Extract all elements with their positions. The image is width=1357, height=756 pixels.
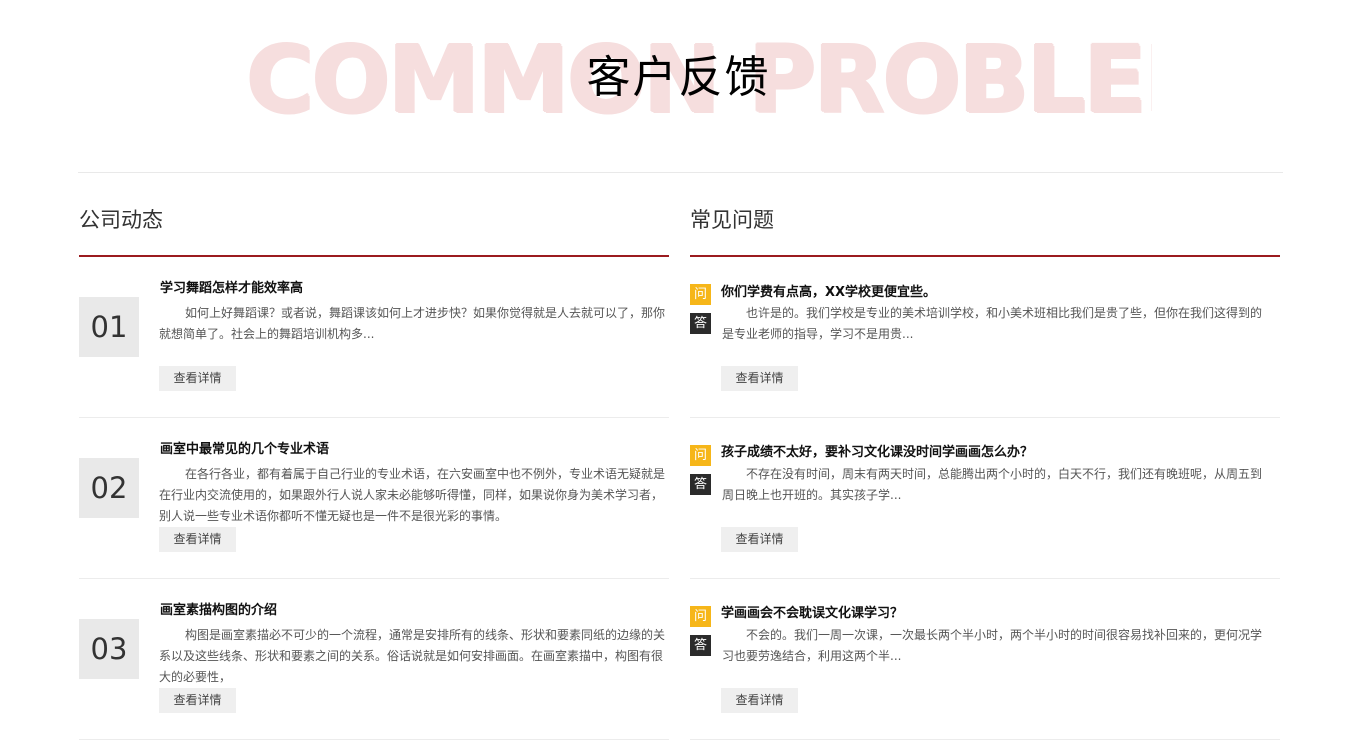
view-details-button[interactable]: 查看详情 bbox=[159, 527, 236, 552]
news-title-link[interactable]: 画室素描构图的介绍 bbox=[160, 601, 277, 621]
news-item: 02 画室中最常见的几个专业术语 在各行各业，都有着属于自己行业的专业术语，在六… bbox=[79, 418, 669, 579]
answer-icon: 答 bbox=[690, 474, 711, 495]
section-divider bbox=[78, 172, 1283, 173]
view-details-button[interactable]: 查看详情 bbox=[721, 527, 798, 552]
answer-icon: 答 bbox=[690, 313, 711, 334]
hero-section: COMMON PROBLEMS 客户反馈 bbox=[0, 0, 1357, 172]
view-details-button[interactable]: 查看详情 bbox=[721, 366, 798, 391]
news-column: 公司动态 01 学习舞蹈怎样才能效率高 如何上好舞蹈课？或者说，舞蹈课该如何上才… bbox=[79, 200, 669, 740]
question-icon: 问 bbox=[690, 284, 711, 305]
view-details-button[interactable]: 查看详情 bbox=[159, 688, 236, 713]
news-section-title: 公司动态 bbox=[79, 208, 163, 232]
news-item: 01 学习舞蹈怎样才能效率高 如何上好舞蹈课？或者说，舞蹈课该如何上才进步快？如… bbox=[79, 257, 669, 418]
faq-answer: 也许是的。我们学校是专业的美术培训学校，和小美术班相比我们是贵了些，但你在我们这… bbox=[722, 306, 1263, 341]
faq-column: 常见问题 问 答 你们学费有点高，XX学校更便宜些。 也许是的。我们学校是专业的… bbox=[690, 200, 1280, 740]
faq-question-link[interactable]: 孩子成绩不太好，要补习文化课没时间学画画怎么办？ bbox=[721, 443, 1033, 463]
faq-answer: 不存在没有时间，周末有两天时间，总能腾出两个小时的，白天不行，我们还有晚班呢，从… bbox=[722, 467, 1263, 502]
faq-question-link[interactable]: 学画画会不会耽误文化课学习？ bbox=[721, 604, 903, 624]
view-details-button[interactable]: 查看详情 bbox=[721, 688, 798, 713]
faq-item: 问 答 你们学费有点高，XX学校更便宜些。 也许是的。我们学校是专业的美术培训学… bbox=[690, 257, 1280, 418]
news-number: 03 bbox=[79, 619, 139, 679]
answer-icon: 答 bbox=[690, 635, 711, 656]
faq-item: 问 答 学画画会不会耽误文化课学习？ 不会的。我们一周一次课，一次最长两个半小时… bbox=[690, 579, 1280, 740]
faq-item: 问 答 孩子成绩不太好，要补习文化课没时间学画画怎么办？ 不存在没有时间，周末有… bbox=[690, 418, 1280, 579]
news-summary: 构图是画室素描必不可少的一个流程，通常是安排所有的线条、形状和要素同纸的边缘的关… bbox=[159, 628, 666, 684]
question-icon: 问 bbox=[690, 445, 711, 466]
faq-answer: 不会的。我们一周一次课，一次最长两个半小时，两个半小时的时间很容易找补回来的，更… bbox=[722, 628, 1263, 663]
news-summary: 在各行各业，都有着属于自己行业的专业术语，在六安画室中也不例外，专业术语无疑就是… bbox=[159, 467, 666, 523]
news-title-link[interactable]: 学习舞蹈怎样才能效率高 bbox=[160, 279, 303, 299]
faq-question-link[interactable]: 你们学费有点高，XX学校更便宜些。 bbox=[721, 283, 936, 303]
page-title: 客户反馈 bbox=[586, 52, 771, 103]
news-summary: 如何上好舞蹈课？或者说，舞蹈课该如何上才进步快？如果你觉得就是人去就可以了，那你… bbox=[159, 306, 666, 341]
faq-section-title: 常见问题 bbox=[690, 208, 774, 232]
news-item: 03 画室素描构图的介绍 构图是画室素描必不可少的一个流程，通常是安排所有的线条… bbox=[79, 579, 669, 740]
news-number: 01 bbox=[79, 297, 139, 357]
question-icon: 问 bbox=[690, 606, 711, 627]
news-title-link[interactable]: 画室中最常见的几个专业术语 bbox=[160, 440, 329, 460]
view-details-button[interactable]: 查看详情 bbox=[159, 366, 236, 391]
news-number: 02 bbox=[79, 458, 139, 518]
